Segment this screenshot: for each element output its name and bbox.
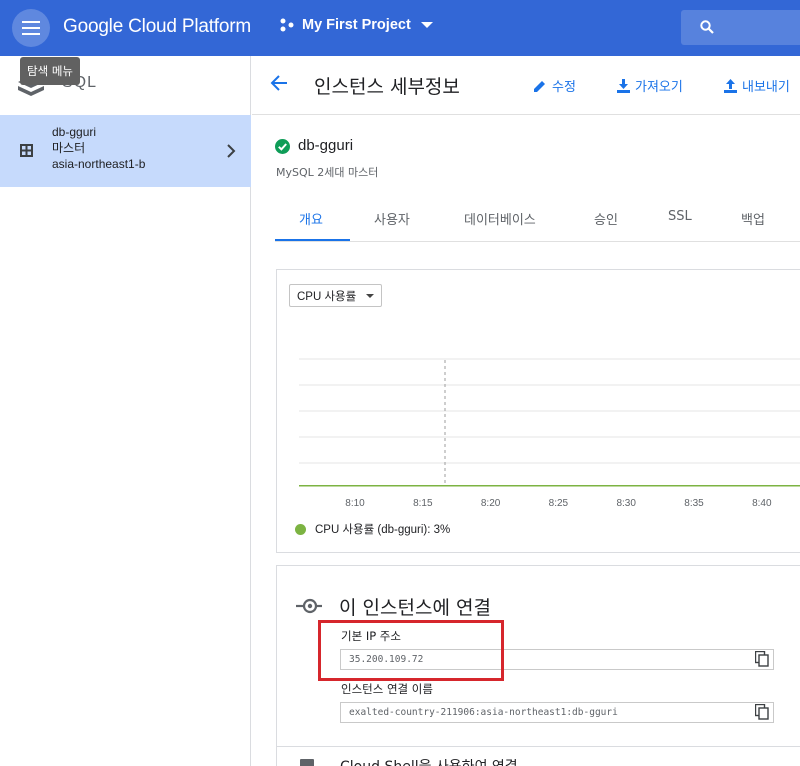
- tab-overview[interactable]: 개요: [299, 209, 323, 228]
- tab-authorization[interactable]: 승인: [594, 209, 618, 228]
- export-button[interactable]: 내보내기: [724, 76, 790, 95]
- project-name: My First Project: [302, 17, 411, 33]
- search-icon: [700, 20, 714, 34]
- top-bar: Google Cloud Platform My First Project: [0, 0, 800, 56]
- tab-databases[interactable]: 데이터베이스: [464, 209, 536, 228]
- connection-name-label: 인스턴스 연결 이름: [341, 682, 433, 696]
- navigation-menu-tooltip: 탐색 메뉴: [20, 57, 80, 85]
- navigation-menu-button[interactable]: [12, 9, 50, 47]
- edit-button[interactable]: 수정: [533, 76, 576, 95]
- legend-label: CPU 사용률 (db-gguri): 3%: [315, 524, 451, 536]
- import-button[interactable]: 가져오기: [617, 76, 683, 95]
- connection-icon: [296, 598, 322, 614]
- dropdown-caret-icon: [366, 293, 375, 298]
- metric-dropdown[interactable]: CPU 사용률: [289, 284, 383, 307]
- pencil-icon: [534, 80, 545, 92]
- instance-role: 마스터: [52, 141, 86, 155]
- chevron-down-icon: [420, 22, 433, 28]
- edit-button-label: 수정: [552, 80, 576, 95]
- instance-subtitle: MySQL 2세대 마스터: [276, 166, 379, 179]
- chevron-right-icon: [227, 144, 236, 158]
- active-tab-indicator: [275, 239, 350, 241]
- search-input[interactable]: [681, 10, 800, 45]
- cloud-shell-icon: [300, 759, 314, 766]
- instance-region: asia-northeast1-b: [52, 157, 146, 171]
- tab-bar: 개요 사용자 데이터베이스 승인 SSL 백업: [275, 200, 800, 242]
- app-title[interactable]: Google Cloud Platform: [63, 16, 251, 38]
- sidebar-item-instance[interactable]: db-gguri 마스터 asia-northeast1-b: [0, 115, 251, 187]
- x-tick-label: 8:40: [752, 498, 772, 509]
- left-panel: SQL db-gguri 마스터 asia-northeast1-b: [0, 56, 251, 766]
- status-ok-icon: [275, 139, 290, 154]
- connection-name-field[interactable]: exalted-country-211906:asia-northeast1:d…: [340, 702, 774, 723]
- import-button-label: 가져오기: [635, 80, 683, 95]
- metric-dropdown-label: CPU 사용률: [297, 290, 357, 303]
- x-tick-label: 8:30: [616, 498, 636, 509]
- connect-card: 이 인스턴스에 연결 기본 IP 주소 35.200.109.72 인스턴스 연…: [276, 565, 800, 766]
- x-tick-label: 8:20: [481, 498, 501, 509]
- tab-users[interactable]: 사용자: [374, 209, 410, 228]
- export-button-label: 내보내기: [742, 80, 790, 95]
- connect-title: 이 인스턴스에 연결: [339, 597, 491, 619]
- instance-icon: [20, 144, 33, 157]
- hamburger-icon: [22, 21, 40, 35]
- copy-icon[interactable]: [755, 704, 769, 720]
- tab-backups[interactable]: 백업: [741, 209, 765, 228]
- back-arrow-icon[interactable]: [270, 74, 288, 92]
- page-title: 인스턴스 세부정보: [314, 76, 460, 98]
- chart-legend: CPU 사용률 (db-gguri): 3%: [295, 521, 450, 537]
- instance-name: db-gguri: [52, 125, 97, 139]
- x-tick-label: 8:35: [684, 498, 704, 509]
- x-tick-label: 8:10: [345, 498, 365, 509]
- instance-title: db-gguri: [298, 137, 354, 154]
- x-tick-label: 8:25: [549, 498, 569, 509]
- project-selector[interactable]: My First Project: [280, 17, 433, 33]
- project-icon: [280, 18, 294, 32]
- import-icon: [617, 78, 630, 93]
- cpu-chart-card: 8:10 8:15 8:20 8:25 8:30 8:35 8:40 CPU 사용률 CPU…: [276, 269, 800, 553]
- export-icon: [724, 78, 737, 93]
- ip-address-field[interactable]: 35.200.109.72: [340, 649, 774, 670]
- page-header: 인스턴스 세부정보 수정 가져오기 내보내기: [252, 56, 800, 115]
- legend-dot: [295, 523, 306, 535]
- ip-address-label: 기본 IP 주소: [341, 629, 401, 643]
- section-divider: [276, 746, 800, 747]
- tab-ssl[interactable]: SSL: [668, 209, 692, 224]
- cpu-chart: 8:10 8:15 8:20 8:25 8:30 8:35 8:40: [299, 358, 800, 509]
- copy-icon[interactable]: [755, 651, 769, 667]
- x-tick-label: 8:15: [413, 498, 433, 509]
- cloud-shell-section-title: Cloud Shell을 사용하여 연결: [340, 756, 518, 766]
